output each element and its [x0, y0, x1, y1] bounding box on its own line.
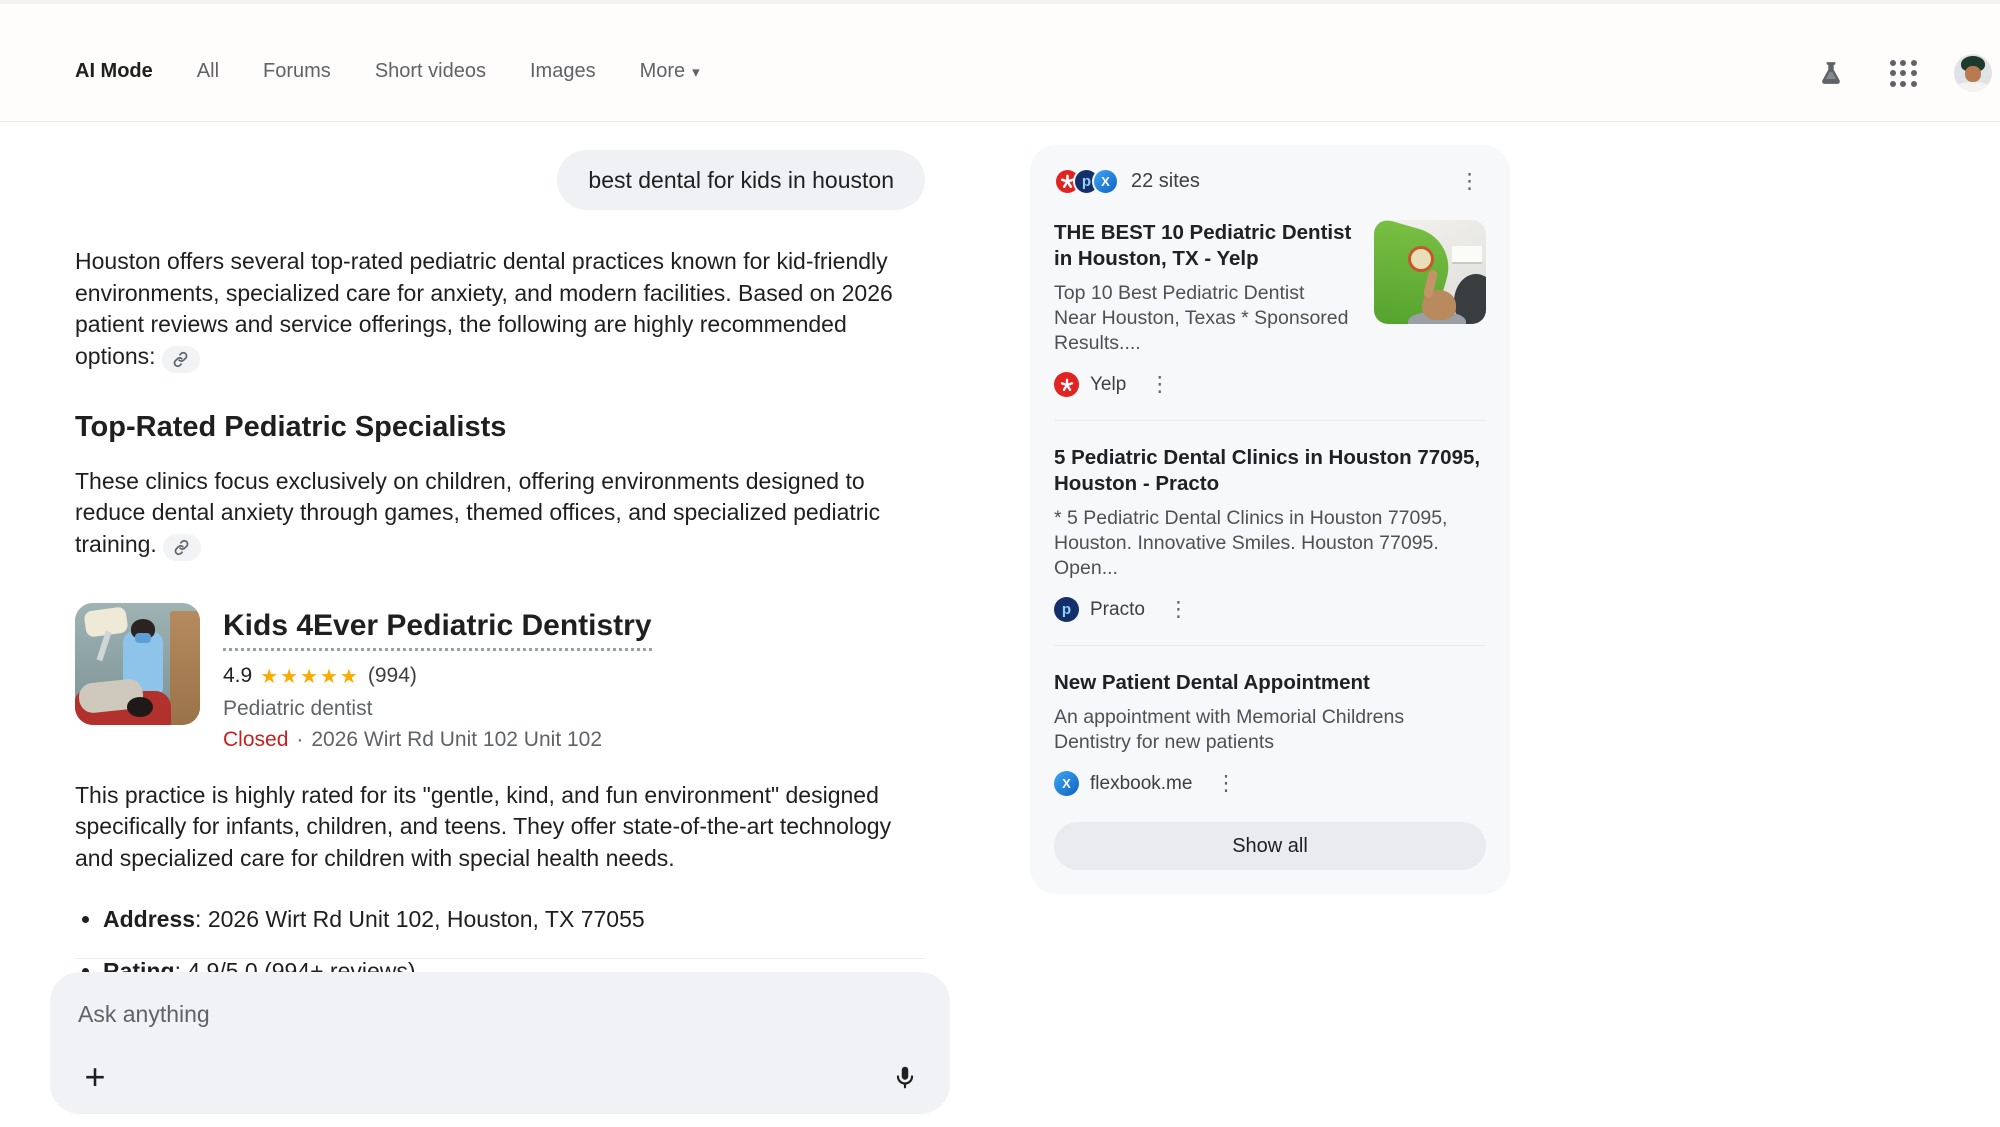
source-attribution: p Practo ⋮ [1054, 595, 1486, 624]
status-badge: Closed [223, 728, 288, 752]
source-name: Practo [1090, 599, 1145, 621]
sites-count-label: 22 sites [1131, 170, 1200, 193]
source-card-flexbook[interactable]: New Patient Dental Appointment An appoin… [1054, 670, 1486, 798]
sources-panel-header: p X 22 sites ⋮ [1054, 167, 1486, 196]
source-card-yelp[interactable]: THE BEST 10 Pediatric Dentist in Houston… [1054, 220, 1486, 399]
card-overflow-menu-icon[interactable]: ⋮ [1143, 370, 1176, 399]
divider [1054, 645, 1486, 646]
section-heading: Top-Rated Pediatric Specialists [75, 411, 925, 444]
avatar-art [1956, 82, 1990, 92]
source-snippet: Top 10 Best Pediatric Dentist Near Houst… [1054, 281, 1352, 356]
chevron-down-icon: ▾ [692, 63, 700, 81]
intro-paragraph: Houston offers several top-rated pediatr… [75, 246, 920, 373]
source-name: Yelp [1090, 374, 1126, 396]
user-query-row: best dental for kids in houston [75, 150, 925, 210]
photo-art [127, 697, 153, 717]
card-overflow-menu-icon[interactable]: ⋮ [1162, 595, 1195, 624]
source-card-practo[interactable]: 5 Pediatric Dental Clinics in Houston 77… [1054, 445, 1486, 624]
business-category: Pediatric dentist [223, 697, 652, 721]
add-attachment-button[interactable]: + [72, 1054, 118, 1100]
divider [1054, 420, 1486, 421]
source-snippet: An appointment with Memorial Childrens D… [1054, 705, 1486, 755]
source-title[interactable]: New Patient Dental Appointment [1054, 670, 1486, 696]
answer-column: best dental for kids in houston Houston … [75, 150, 925, 1060]
business-rating: 4.9 ★★★★★ (994) [223, 664, 652, 689]
yelp-favicon-icon [1054, 372, 1079, 397]
source-snippet: * 5 Pediatric Dental Clinics in Houston … [1054, 506, 1486, 581]
result-tabs: AI Mode All Forums Short videos Images M… [75, 60, 700, 83]
photo-art [170, 611, 200, 725]
tab-images[interactable]: Images [530, 60, 596, 83]
source-name: flexbook.me [1090, 773, 1192, 795]
flask-icon [1818, 60, 1844, 86]
tab-all[interactable]: All [197, 60, 219, 83]
business-address: 2026 Wirt Rd Unit 102 Unit 102 [311, 728, 602, 752]
x-favicon-icon: X [1092, 168, 1119, 195]
avatar-art [1965, 66, 1981, 82]
thumb-art [1408, 246, 1434, 272]
tab-ai-mode[interactable]: AI Mode [75, 60, 153, 83]
business-status-line: Closed · 2026 Wirt Rd Unit 102 Unit 102 [223, 728, 652, 752]
photo-art [135, 633, 151, 643]
tab-forums[interactable]: Forums [263, 60, 331, 83]
ask-input[interactable] [78, 994, 778, 1034]
section-paragraph: These clinics focus exclusively on child… [75, 466, 920, 561]
rating-value: 4.9 [223, 664, 252, 688]
business-card: Kids 4Ever Pediatric Dentistry 4.9 ★★★★★… [75, 603, 925, 752]
list-item: Address: 2026 Wirt Rd Unit 102, Houston,… [103, 904, 925, 935]
card-overflow-menu-icon[interactable]: ⋮ [1209, 769, 1242, 798]
show-all-button[interactable]: Show all [1054, 822, 1486, 870]
business-info: Kids 4Ever Pediatric Dentistry 4.9 ★★★★★… [223, 603, 652, 752]
tab-more[interactable]: More ▾ [640, 60, 700, 83]
panel-overflow-menu-icon[interactable]: ⋮ [1453, 167, 1486, 196]
google-apps-grid-icon[interactable] [1882, 52, 1924, 94]
labs-flask-icon[interactable] [1810, 52, 1852, 94]
header-actions [1810, 52, 1992, 94]
citation-link-icon[interactable] [163, 534, 201, 561]
citation-link-icon[interactable] [162, 346, 200, 373]
ai-mode-results-page: AI Mode All Forums Short videos Images M… [0, 0, 2000, 1127]
practo-favicon-icon: p [1054, 597, 1079, 622]
star-icons: ★★★★★ [260, 664, 360, 689]
source-attribution: Yelp ⋮ [1054, 370, 1486, 399]
tab-short-videos[interactable]: Short videos [375, 60, 486, 83]
search-header: AI Mode All Forums Short videos Images M… [0, 4, 2000, 122]
source-thumbnail[interactable] [1374, 220, 1486, 324]
review-count: (994) [368, 664, 417, 688]
favicon-cluster: p X [1054, 168, 1119, 195]
flexbook-favicon-icon: X [1054, 771, 1079, 796]
user-query-bubble: best dental for kids in houston [557, 150, 925, 210]
ask-anything-bar: + [50, 972, 950, 1114]
microphone-icon[interactable] [882, 1054, 928, 1100]
grid-icon [1890, 60, 1917, 87]
source-attribution: X flexbook.me ⋮ [1054, 769, 1486, 798]
profile-avatar[interactable] [1954, 54, 1992, 92]
source-title[interactable]: THE BEST 10 Pediatric Dentist in Houston… [1054, 220, 1352, 272]
divider [75, 958, 925, 959]
thumb-art [1452, 246, 1482, 262]
business-photo[interactable] [75, 603, 200, 725]
business-description: This practice is highly rated for its "g… [75, 780, 920, 875]
source-title[interactable]: 5 Pediatric Dental Clinics in Houston 77… [1054, 445, 1486, 497]
sources-panel: p X 22 sites ⋮ THE BEST 10 Pediatric Den… [1030, 145, 1510, 894]
separator-dot: · [296, 728, 303, 752]
business-name-link[interactable]: Kids 4Ever Pediatric Dentistry [223, 609, 652, 651]
